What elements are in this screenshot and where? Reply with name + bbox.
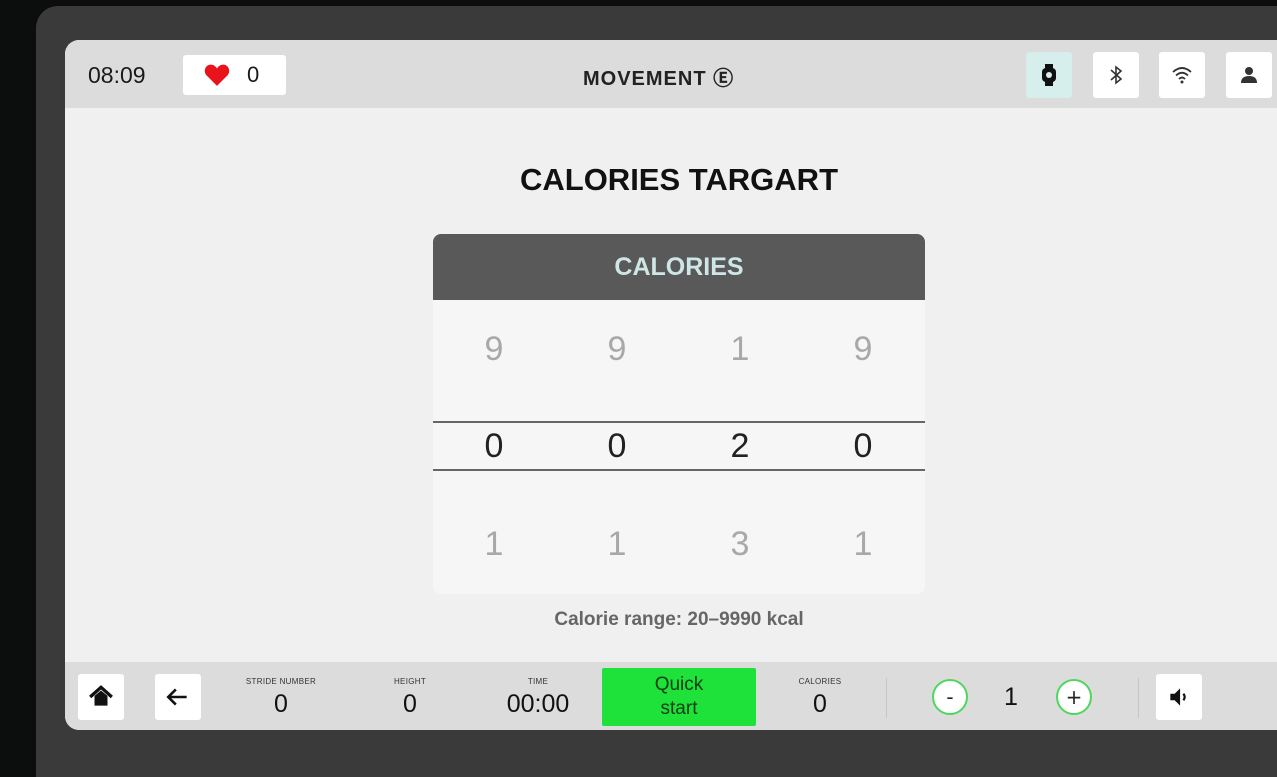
picker-digit[interactable]: 9 [833, 330, 893, 369]
speaker-icon [1170, 688, 1186, 706]
picker-digit[interactable]: 3 [710, 525, 770, 564]
quick-start-label-line1: Quick [654, 674, 704, 695]
picker-digit[interactable]: 1 [587, 525, 647, 564]
home-icon [89, 685, 113, 706]
arrow-left-icon [166, 688, 187, 706]
wifi-button[interactable] [1159, 52, 1205, 98]
quick-start-label-line2: start [660, 698, 698, 719]
bottom-bar: STRIDE NUMBER 0 HEIGHT 0 TIME 00:00 Quic… [65, 662, 1277, 730]
divider [1138, 678, 1139, 718]
heart-rate-indicator: 0 [183, 55, 286, 95]
page-title: CALORIES TARGART [519, 162, 839, 197]
height-value: 0 [403, 690, 417, 718]
calories-value: 0 [813, 690, 827, 718]
picker-digit-selected[interactable]: 2 [710, 427, 770, 466]
calories-stat: CALORIES 0 [780, 677, 860, 719]
bluetooth-button[interactable] [1093, 52, 1139, 98]
decrease-level-button[interactable]: - [932, 679, 968, 715]
stride-number-stat: STRIDE NUMBER 0 [231, 677, 331, 719]
heart-icon [204, 64, 230, 86]
level-value: 1 [1004, 683, 1018, 711]
back-button[interactable] [155, 674, 201, 720]
picker-digit-selected[interactable]: 0 [833, 427, 893, 466]
picker-digit[interactable]: 1 [710, 330, 770, 369]
watch-button[interactable] [1026, 52, 1072, 98]
time-value: 00:00 [506, 690, 570, 718]
user-icon [1241, 67, 1257, 83]
bluetooth-icon [1110, 65, 1123, 85]
stride-number-value: 0 [274, 690, 288, 718]
quick-start-button[interactable]: Quick start [602, 668, 756, 726]
home-button[interactable] [78, 674, 124, 720]
stride-number-label: STRIDE NUMBER [245, 677, 317, 686]
picker-digit[interactable]: 1 [833, 525, 893, 564]
picker-digit-selected[interactable]: 0 [464, 427, 524, 466]
increase-level-button[interactable]: + [1056, 679, 1092, 715]
watch-icon [1042, 64, 1056, 86]
volume-button[interactable] [1156, 674, 1202, 720]
picker-digit[interactable]: 1 [464, 525, 524, 564]
calorie-range-text: Calorie range: 20–9990 kcal [554, 609, 804, 630]
calories-picker[interactable]: CALORIES 9 9 1 9 0 0 2 0 1 1 3 1 [433, 234, 925, 594]
user-button[interactable] [1226, 52, 1272, 98]
selection-line-bottom [433, 469, 925, 471]
divider [886, 678, 887, 718]
heart-rate-value: 0 [247, 62, 260, 87]
time-stat: TIME 00:00 [493, 677, 583, 719]
height-stat: HEIGHT 0 [370, 677, 450, 719]
picker-digit[interactable]: 9 [587, 330, 647, 369]
picker-header: CALORIES [433, 234, 925, 300]
top-bar: 08:09 0 MOVEMENT Ⓔ [65, 40, 1277, 108]
brand-logo: MOVEMENT Ⓔ [583, 68, 735, 90]
wifi-icon [1172, 67, 1192, 84]
calories-label: CALORIES [798, 677, 842, 686]
selection-line-top [433, 421, 925, 423]
picker-digit[interactable]: 9 [464, 330, 524, 369]
time-label: TIME [527, 677, 549, 686]
picker-digit-selected[interactable]: 0 [587, 427, 647, 466]
height-label: HEIGHT [393, 677, 427, 686]
clock: 08:09 [88, 62, 146, 88]
picker-body[interactable]: 9 9 1 9 0 0 2 0 1 1 3 1 [433, 300, 925, 594]
screen: 08:09 0 MOVEMENT Ⓔ CALORIES TARGART CALO… [65, 40, 1277, 730]
